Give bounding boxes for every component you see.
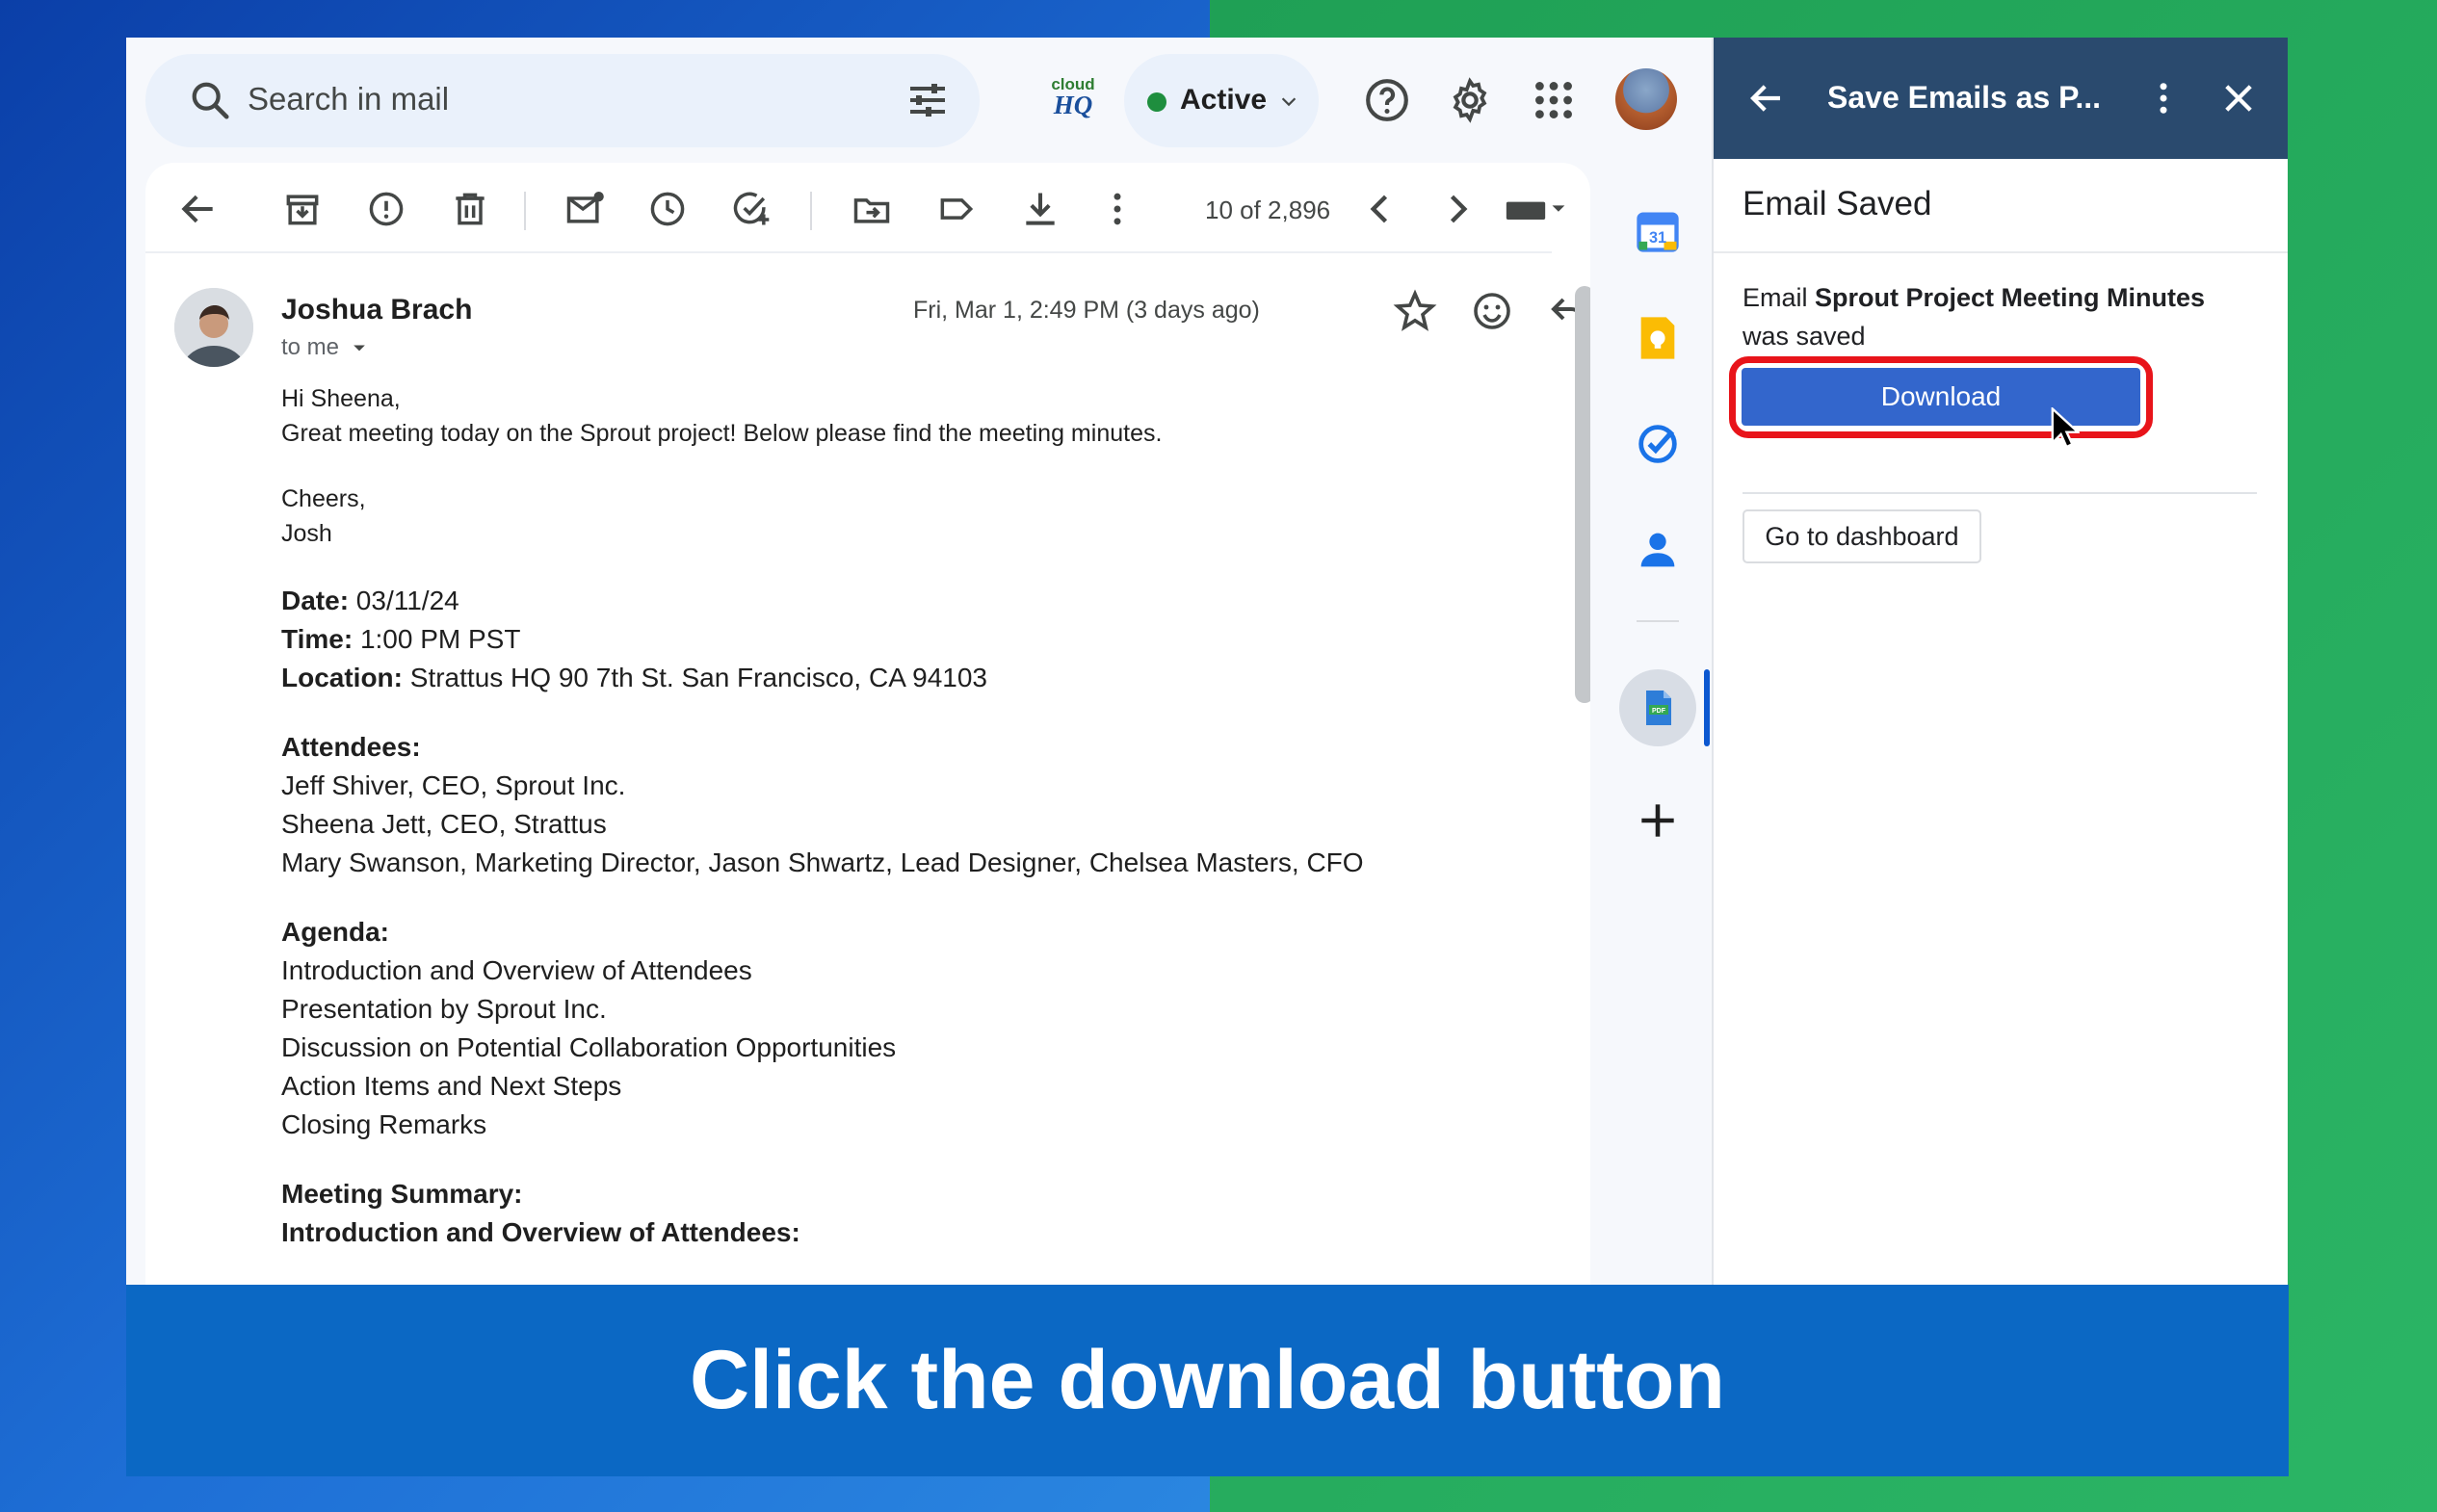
summary-heading: Meeting Summary: [281,1179,523,1209]
addon-panel: Save Emails as P... Email Saved Email Sp… [1712,38,2288,1285]
chevron-down-icon [1281,97,1297,107]
message-body: Hi Sheena, Great meeting today on the Sp… [281,381,1562,1252]
mark-unread-icon[interactable] [563,188,606,230]
chevron-left-icon[interactable] [1359,188,1402,230]
star-icon[interactable] [1392,288,1438,334]
calendar-icon[interactable]: 31 [1633,206,1683,256]
mouse-cursor-icon [2051,407,2080,449]
apps-grid-icon[interactable] [1530,76,1578,124]
pdf-icon: PDF [1646,691,1671,725]
search-input[interactable]: Search in mail [248,81,449,117]
panel-title: Save Emails as P... [1827,80,2102,115]
agenda-item: Action Items and Next Steps [281,1071,622,1101]
mail-pane: 10 of 2,896 Joshua Brach to me Fri, Mar … [145,163,1590,1285]
gmail-window: Search in mail cloud HQ Active 10 of 2,8… [126,38,2288,1285]
chevron-right-icon[interactable] [1436,188,1479,230]
recipient-label: to me [281,334,340,360]
agenda-heading: Agenda: [281,917,389,947]
panel-divider [1743,492,2257,494]
body-signoff: Cheers, [281,485,366,512]
help-icon[interactable] [1363,76,1411,124]
attendee-line: Sheena Jett, CEO, Strattus [281,809,607,839]
svg-text:PDF: PDF [1652,708,1666,715]
caption-text: Click the download button [690,1334,1725,1426]
keep-notes-icon[interactable] [1633,313,1683,363]
add-task-icon[interactable] [730,188,773,230]
body-date-line: Date: 03/11/24 [281,586,459,615]
tasks-icon[interactable] [1633,419,1683,469]
archive-icon[interactable] [281,188,324,230]
body-location-line: Location: Strattus HQ 90 7th St. San Fra… [281,663,987,692]
saved-email-name: Sprout Project Meeting Minutes [1815,283,2206,312]
more-vertical-icon[interactable] [1096,188,1139,230]
emoji-reaction-icon[interactable] [1469,288,1515,334]
message-count: 10 of 2,896 [1205,196,1331,224]
cloudhq-logo[interactable]: cloud HQ [1041,76,1105,124]
body-intro: Great meeting today on the Sprout projec… [281,420,1163,447]
panel-divider [1714,251,2288,253]
status-dot [1147,92,1166,112]
close-icon[interactable] [2218,78,2259,118]
agenda-item: Discussion on Potential Collaboration Op… [281,1032,897,1062]
search-icon [192,82,229,119]
sender-name[interactable]: Joshua Brach [281,294,472,326]
status-label: Active [1180,84,1268,116]
agenda-item: Introduction and Overview of Attendees [281,955,752,985]
contacts-icon[interactable] [1633,525,1683,575]
body-greeting: Hi Sheena, [281,385,401,412]
active-addon-indicator [1704,669,1710,746]
account-avatar[interactable] [1615,68,1677,130]
report-spam-icon[interactable] [365,188,407,230]
status-selector[interactable]: Active [1124,54,1319,147]
download-icon[interactable] [1019,188,1061,230]
panel-back-arrow-icon[interactable] [1746,78,1787,118]
attendees-heading: Attendees: [281,732,421,762]
delete-icon[interactable] [449,188,491,230]
toolbar-divider [524,192,526,230]
sender-avatar[interactable] [174,288,253,367]
search-options-icon[interactable] [904,77,951,123]
scrollbar-thumb[interactable] [1575,286,1590,703]
save-as-pdf-addon-button[interactable]: PDF [1619,669,1696,746]
attendee-line: Mary Swanson, Marketing Director, Jason … [281,847,1364,877]
summary-subheading: Introduction and Overview of Attendees: [281,1217,800,1247]
label-icon[interactable] [935,188,978,230]
saved-message: Email Sprout Project Meeting Minutes was … [1743,283,2206,351]
caption-banner: Click the download button [126,1285,2289,1476]
body-time-line: Time: 1:00 PM PST [281,624,521,654]
svg-text:31: 31 [1649,229,1666,247]
body-signature: Josh [281,520,332,547]
go-to-dashboard-button[interactable]: Go to dashboard [1743,509,1981,563]
back-arrow-icon[interactable] [177,188,220,230]
toolbar-divider [810,192,812,230]
panel-more-icon[interactable] [2143,78,2184,118]
toolbar-divider-line [145,251,1552,253]
panel-header: Save Emails as P... [1714,38,2288,159]
search-bar[interactable]: Search in mail [145,54,980,147]
move-to-icon[interactable] [851,188,893,230]
settings-gear-icon[interactable] [1446,76,1494,124]
snooze-clock-icon[interactable] [646,188,689,230]
details-dropdown-icon[interactable] [350,338,369,357]
panel-subtitle: Email Saved [1743,185,1932,222]
add-addon-icon[interactable] [1634,796,1682,845]
agenda-item: Presentation by Sprout Inc. [281,994,607,1024]
attendee-line: Jeff Shiver, CEO, Sprout Inc. [281,770,626,800]
message-date: Fri, Mar 1, 2:49 PM (3 days ago) [913,297,1260,324]
download-button[interactable]: Download [1742,368,2140,426]
side-divider [1637,620,1679,622]
agenda-item: Closing Remarks [281,1109,487,1139]
keyboard-icon[interactable] [1504,188,1569,230]
